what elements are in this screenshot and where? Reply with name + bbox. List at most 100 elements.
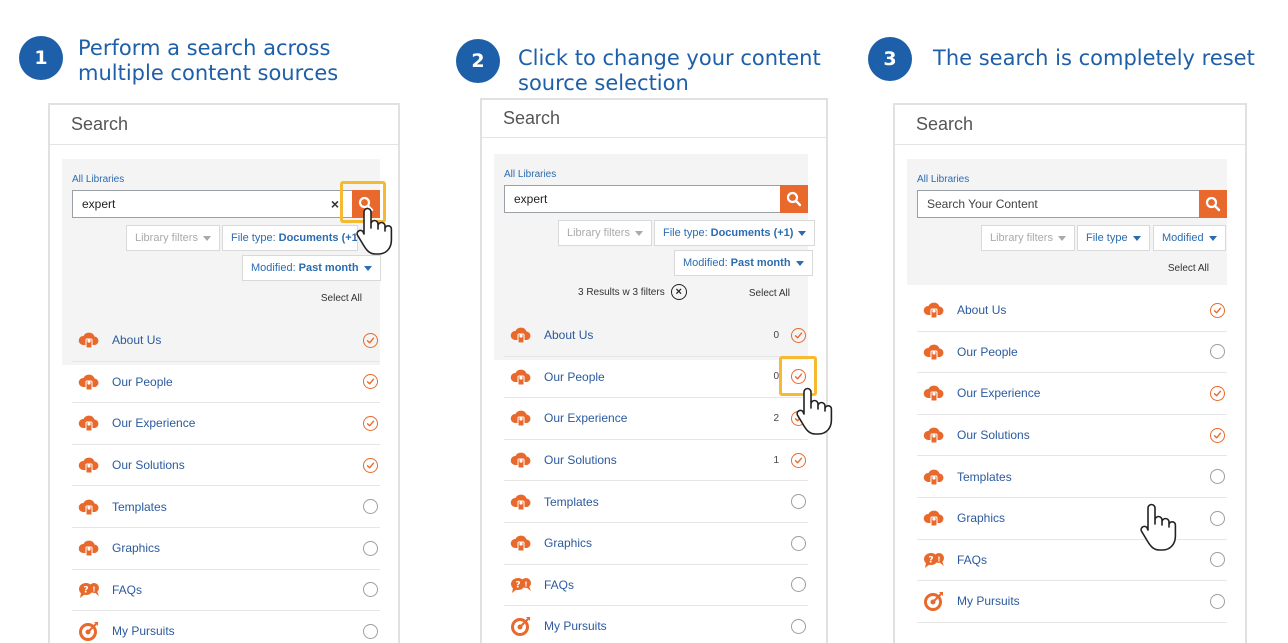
unchecked-circle-icon[interactable] [1210,510,1225,526]
unchecked-circle-icon[interactable] [791,535,806,551]
library-item[interactable]: About Us [72,320,380,362]
cloud-hat-icon [78,372,100,392]
checked-circle-icon[interactable] [1210,302,1225,318]
library-item[interactable]: ?! FAQs [917,540,1227,582]
library-item-label: Our Experience [957,386,1041,401]
unchecked-circle-icon[interactable] [363,582,378,598]
library-list: About Us Our People Our Experience Our Solu… [917,290,1227,623]
library-item[interactable]: About Us [917,290,1227,332]
library-item[interactable]: Our People [917,332,1227,374]
all-libraries-link[interactable]: All Libraries [917,174,969,185]
unchecked-circle-icon[interactable] [791,577,806,593]
library-item[interactable]: About Us 0 [504,315,808,357]
results-summary: 3 Results w 3 filters × [578,284,687,300]
cloud-hat-icon [510,408,532,428]
modified-filter-button[interactable]: Modified [1153,225,1226,251]
library-item[interactable]: Our Experience [917,373,1227,415]
library-filters-button[interactable]: Library filters [558,220,652,246]
clear-filters-icon[interactable]: × [670,284,687,300]
library-item[interactable]: Graphics [72,528,380,570]
pointer-hand-icon [1140,503,1177,551]
faq-bubble-icon: ?! [923,550,945,570]
all-libraries-link[interactable]: All Libraries [72,174,124,185]
panel-title: Search [482,100,826,138]
unchecked-circle-icon[interactable] [1210,552,1225,568]
library-item[interactable]: Our Solutions [72,445,380,487]
checked-circle-icon[interactable] [363,457,378,473]
unchecked-circle-icon[interactable] [363,499,378,515]
file-type-filter-button[interactable]: File type [1077,225,1150,251]
library-filters-button[interactable]: Library filters [126,225,220,251]
library-item-label: Our People [957,344,1018,359]
search-input[interactable] [73,191,326,217]
library-list: About Us Our People Our Experience Our Solu… [72,320,380,643]
search-box: × [72,190,380,218]
svg-text:?: ? [928,555,933,565]
library-item-label: About Us [112,333,162,348]
select-all-link[interactable]: Select All [321,293,362,304]
library-item-label: Templates [957,469,1012,484]
step-caption-1: Perform a search across multiple content… [78,36,338,86]
checked-circle-icon[interactable] [1210,385,1225,401]
select-all-link[interactable]: Select All [1168,263,1209,274]
library-item[interactable]: Templates [917,456,1227,498]
checked-circle-icon[interactable] [363,415,378,431]
pointer-hand-icon [356,207,393,255]
search-input[interactable] [505,186,780,212]
step-caption-line: The search is completely reset [933,46,1255,70]
unchecked-circle-icon[interactable] [1210,593,1225,609]
checked-circle-icon[interactable] [363,332,378,348]
library-item[interactable]: Templates [72,486,380,528]
caret-down-icon [795,260,804,266]
checked-circle-icon[interactable] [363,374,378,390]
step-caption-3: The search is completely reset [933,46,1255,71]
cloud-hat-icon [923,383,945,403]
library-item[interactable]: Our Solutions 1 [504,440,808,482]
modified-filter-button[interactable]: Modified: Past month [674,250,813,276]
search-button[interactable] [780,185,808,213]
filter-label: Library filters [135,232,198,244]
unchecked-circle-icon[interactable] [791,494,806,510]
library-item[interactable]: Graphics [917,498,1227,540]
library-item[interactable]: ?! FAQs [72,570,380,612]
unchecked-circle-icon[interactable] [1210,344,1225,360]
step-caption-line: Perform a search across [78,36,331,60]
caret-down-icon [634,230,643,236]
checked-circle-icon[interactable] [791,327,806,343]
checked-circle-icon[interactable] [791,452,806,468]
library-item-label: Templates [112,499,167,514]
library-item[interactable]: Our Solutions [917,415,1227,457]
unchecked-circle-icon[interactable] [363,623,378,639]
checked-circle-icon[interactable] [1210,427,1225,443]
library-item[interactable]: Our People [72,362,380,404]
search-button[interactable] [1199,190,1227,218]
caret-down-icon [798,230,807,236]
file-type-filter-button[interactable]: File type: Documents (+1) [654,220,816,246]
cloud-hat-icon [78,330,100,350]
cloud-hat-icon [510,492,532,512]
library-item[interactable]: My Pursuits [504,606,808,643]
modified-filter-button[interactable]: Modified: Past month [242,255,381,281]
library-item[interactable]: Graphics [504,523,808,565]
library-item[interactable]: My Pursuits [72,611,380,643]
library-item[interactable]: ?! FAQs [504,565,808,607]
unchecked-circle-icon[interactable] [791,618,806,634]
filter-value: Past month [730,257,791,269]
all-libraries-link[interactable]: All Libraries [504,169,556,180]
library-item[interactable]: Our Experience 2 [504,398,808,440]
library-item[interactable]: Our Experience [72,403,380,445]
cloud-hat-icon [78,497,100,517]
library-item[interactable]: Templates [504,481,808,523]
library-list: About Us 0 Our People 0 Our Experience 2 Our S… [504,315,808,643]
library-item-label: Our People [544,369,605,384]
select-all-link[interactable]: Select All [749,288,790,299]
library-item-label: Templates [544,494,599,509]
unchecked-circle-icon[interactable] [363,540,378,556]
search-input[interactable] [918,191,1199,217]
library-item[interactable]: My Pursuits [917,581,1227,623]
unchecked-circle-icon[interactable] [1210,469,1225,485]
library-item-label: FAQs [112,582,143,597]
file-type-filter-button[interactable]: File type: Documents (+1) [222,225,358,251]
library-filters-button[interactable]: Library filters [981,225,1075,251]
library-item[interactable]: Our People 0 [504,357,808,399]
